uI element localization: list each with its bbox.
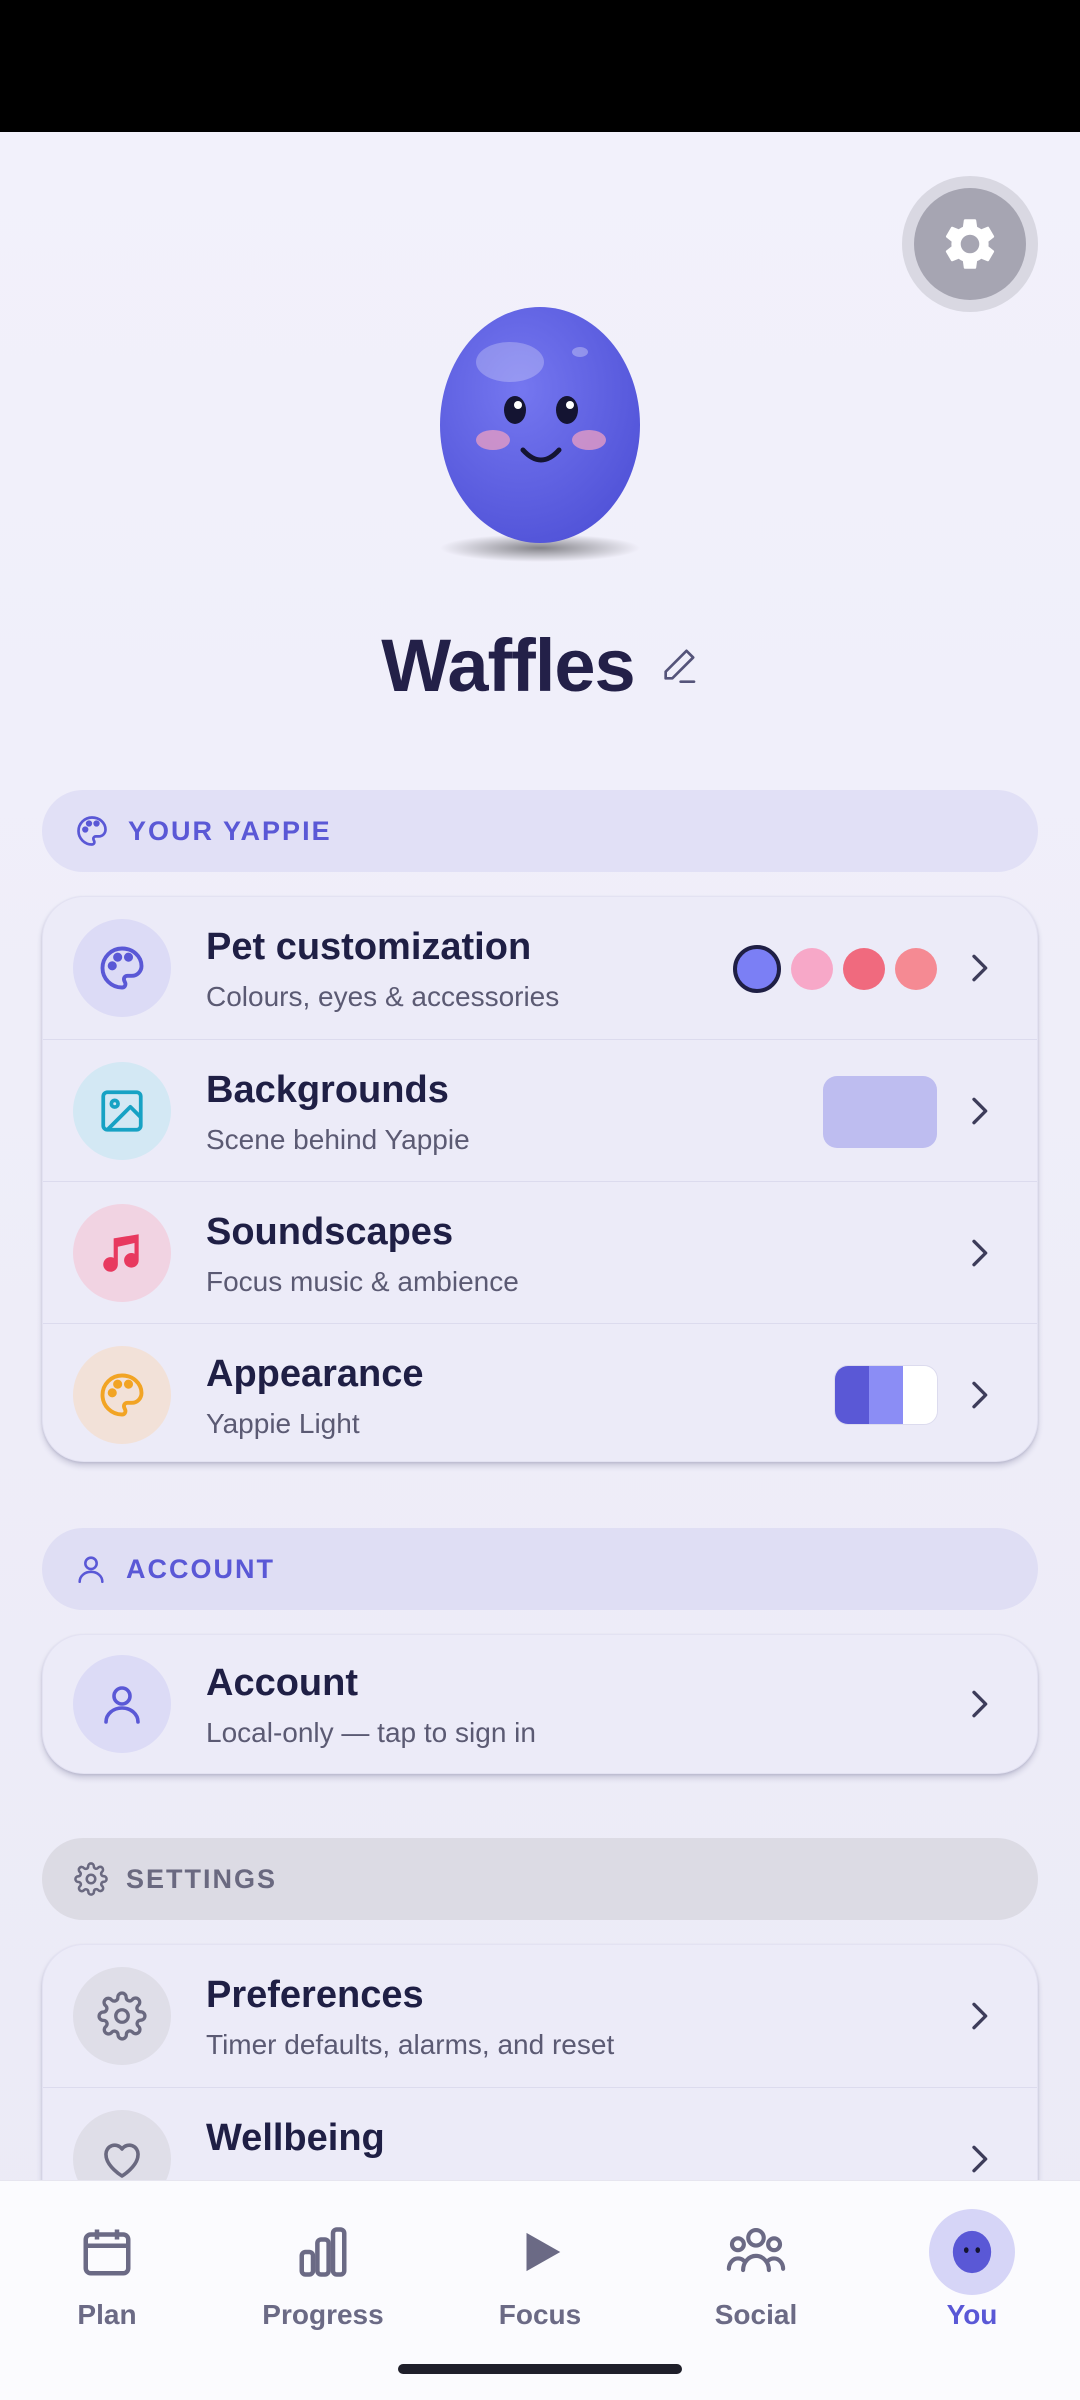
- icon-badge: [73, 1967, 171, 2065]
- settings-button[interactable]: [902, 176, 1038, 312]
- pet-name: Waffles: [381, 623, 635, 707]
- gear-icon: [945, 219, 995, 269]
- nav-progress[interactable]: Progress: [243, 2209, 403, 2339]
- image-icon: [101, 1090, 143, 1132]
- edit-pencil-icon[interactable]: [659, 645, 699, 685]
- chevron-right-icon: [972, 1097, 988, 1125]
- row-soundscapes[interactable]: Soundscapes Focus music & ambience: [43, 1181, 1037, 1323]
- yappie-pet-avatar[interactable]: [420, 300, 660, 570]
- row-title: Wellbeing: [206, 2117, 385, 2159]
- music-note-icon: [103, 1234, 139, 1272]
- row-preferences[interactable]: Preferences Timer defaults, alarms, and …: [43, 1945, 1037, 2087]
- theme-preview: [834, 1365, 938, 1425]
- heart-icon: [104, 2143, 140, 2178]
- nav-focus[interactable]: Focus: [460, 2209, 620, 2339]
- row-pet-customization[interactable]: Pet customization Colours, eyes & access…: [43, 897, 1037, 1039]
- icon-badge: [73, 919, 171, 1017]
- chevron-right-icon: [972, 1690, 988, 1718]
- nav-label: You: [946, 2299, 998, 2330]
- row-appearance[interactable]: Appearance Yappie Light: [43, 1323, 1037, 1461]
- your-yappie-card: Pet customization Colours, eyes & access…: [42, 896, 1038, 1462]
- section-header-settings: SETTINGS: [42, 1838, 1038, 1920]
- section-header-your-yappie: YOUR YAPPIE: [42, 790, 1038, 872]
- background-preview: [823, 1076, 937, 1148]
- nav-label: Progress: [262, 2299, 384, 2330]
- row-backgrounds[interactable]: Backgrounds Scene behind Yappie: [43, 1039, 1037, 1181]
- icon-badge: [73, 1204, 171, 1302]
- status-bar: [0, 0, 1080, 132]
- nav-social[interactable]: Social: [676, 2209, 836, 2339]
- bar-chart-icon: [299, 2227, 347, 2277]
- palette-icon: [100, 1373, 144, 1417]
- color-swatches: [733, 945, 937, 993]
- icon-badge: [73, 1655, 171, 1753]
- nav-label: Social: [714, 2299, 798, 2330]
- row-title: Appearance: [206, 1353, 424, 1395]
- people-icon: [726, 2227, 786, 2273]
- swatch: [791, 948, 833, 990]
- chevron-right-icon: [972, 2145, 988, 2173]
- profile-screen: Waffles YOUR YAPPIE Pet customization Co…: [0, 132, 1080, 2400]
- row-subtitle: Timer defaults, alarms, and reset: [206, 2029, 615, 2060]
- nav-label: Focus: [498, 2299, 582, 2330]
- row-title: Account: [206, 1662, 358, 1704]
- swatch-selected: [733, 945, 781, 993]
- chevron-right-icon: [972, 2002, 988, 2030]
- row-title: Pet customization: [206, 926, 532, 968]
- icon-badge: [73, 1346, 171, 1444]
- play-icon: [526, 2232, 561, 2272]
- chevron-right-icon: [972, 1381, 988, 1409]
- row-subtitle: Colours, eyes & accessories: [206, 981, 560, 1012]
- nav-label: Plan: [77, 2299, 137, 2330]
- nav-plan[interactable]: Plan: [27, 2209, 187, 2339]
- chevron-right-icon: [972, 1239, 988, 1267]
- gear-icon: [74, 1862, 108, 1896]
- row-account[interactable]: Account Local-only — tap to sign in: [43, 1635, 1037, 1773]
- section-header-account: ACCOUNT: [42, 1528, 1038, 1610]
- account-card: Account Local-only — tap to sign in: [42, 1634, 1038, 1774]
- home-indicator[interactable]: [398, 2364, 682, 2374]
- palette-icon: [77, 816, 107, 846]
- section-label: YOUR YAPPIE: [128, 815, 332, 846]
- row-subtitle: Local-only — tap to sign in: [206, 1717, 536, 1748]
- yappie-avatar-icon: [952, 2230, 992, 2274]
- person-icon: [78, 1556, 104, 1584]
- row-title: Backgrounds: [206, 1069, 449, 1111]
- row-subtitle: Yappie Light: [206, 1408, 360, 1439]
- gear-icon: [97, 1991, 147, 2041]
- calendar-icon: [83, 2229, 131, 2276]
- row-title: Preferences: [206, 1974, 424, 2016]
- chevron-right-icon: [972, 954, 988, 982]
- nav-you[interactable]: You: [892, 2209, 1052, 2339]
- swatch: [895, 948, 937, 990]
- section-label: ACCOUNT: [126, 1553, 275, 1584]
- row-subtitle: Focus music & ambience: [206, 1266, 519, 1297]
- palette-icon: [100, 946, 144, 990]
- pet-name-row: Waffles: [0, 610, 1080, 720]
- row-title: Soundscapes: [206, 1211, 454, 1253]
- row-subtitle: Scene behind Yappie: [206, 1124, 470, 1155]
- swatch: [843, 948, 885, 990]
- person-icon: [104, 1686, 140, 1724]
- icon-badge: [73, 1062, 171, 1160]
- section-label: SETTINGS: [126, 1863, 278, 1894]
